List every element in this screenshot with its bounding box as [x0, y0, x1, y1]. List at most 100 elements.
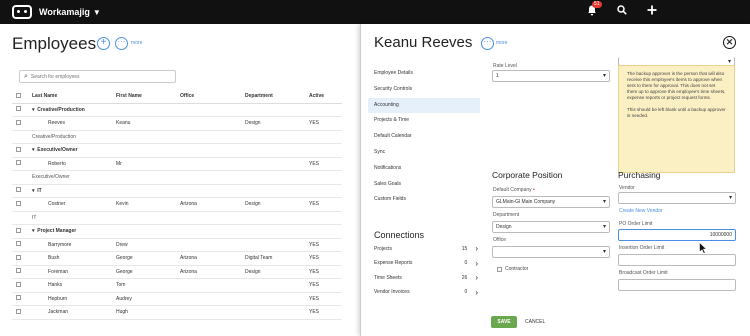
add-employee-button[interactable]: +	[97, 37, 110, 50]
group-footer-row[interactable]: Executive/Owner	[12, 170, 342, 185]
nav-item-security-controls[interactable]: Security Controls	[368, 82, 480, 98]
col-office[interactable]: Office	[180, 90, 245, 104]
cell-first-name: Drew	[116, 238, 180, 252]
connection-vendor-invoices[interactable]: Vendor Invoices 0 ›	[374, 288, 478, 297]
department-select[interactable]: Design ▾	[492, 221, 610, 233]
search-box[interactable]: ⌕	[19, 70, 176, 83]
cell-department	[245, 305, 309, 320]
group-header-row[interactable]: ▾ Executive/Owner	[12, 143, 342, 158]
create-vendor-link[interactable]: Create New Vendor	[619, 208, 663, 214]
chevron-down-icon[interactable]: ▾	[32, 228, 35, 234]
nav-item-accounting[interactable]: Accounting	[368, 97, 480, 114]
group-footer-row[interactable]: IT	[12, 211, 342, 225]
cell-first-name: Kevin	[116, 197, 180, 212]
chevron-down-icon[interactable]: ▼	[93, 8, 101, 17]
group-header-row[interactable]: ▾ Creative/Production	[12, 103, 342, 117]
table-row[interactable]: Hepburn Audrey YES	[12, 292, 342, 306]
rate-level-select[interactable]: 1 ▾	[492, 70, 610, 82]
table-row[interactable]: Costner Kevin Arizona Design YES	[12, 197, 342, 212]
row-checkbox[interactable]	[16, 268, 21, 274]
connection-count: 15	[461, 245, 468, 252]
nav-item-notifications[interactable]: Notifications	[368, 161, 480, 177]
nav-item-sync[interactable]: Sync	[368, 145, 480, 161]
app-name[interactable]: Workamajig	[39, 7, 90, 17]
office-select[interactable]: ▾	[492, 246, 610, 258]
more-link[interactable]: more	[496, 40, 507, 46]
table-row[interactable]: Barrymore Drew YES	[12, 238, 342, 252]
row-checkbox[interactable]	[16, 295, 21, 301]
cell-department	[245, 278, 309, 293]
add-icon[interactable]	[646, 5, 658, 17]
chevron-down-icon[interactable]: ▾	[32, 188, 35, 194]
insertion-limit-input[interactable]	[618, 254, 736, 266]
col-department[interactable]: Department	[245, 90, 309, 104]
row-checkbox[interactable]	[16, 200, 21, 206]
row-checkbox[interactable]	[16, 106, 21, 112]
cell-office	[180, 292, 245, 306]
nav-item-default-calendar[interactable]: Default Calendar	[368, 129, 480, 145]
group-header-row[interactable]: ▾ Project Manager	[12, 224, 342, 239]
row-checkbox[interactable]	[16, 187, 21, 193]
cell-active: YES	[309, 251, 342, 266]
chevron-down-icon[interactable]: ▾	[32, 107, 35, 113]
chevron-right-icon[interactable]: ›	[475, 244, 478, 253]
cancel-button[interactable]: CANCEL	[525, 316, 545, 328]
default-company-select[interactable]: GLMain-Gl Main Company ▾	[492, 196, 610, 208]
nav-item-projects-time[interactable]: Projects & Time	[368, 113, 480, 129]
table-row[interactable]: Roberto Mr YES	[12, 157, 342, 171]
row-checkbox[interactable]	[16, 146, 21, 152]
row-checkbox[interactable]	[16, 308, 21, 314]
chevron-down-icon[interactable]: ▾	[32, 147, 35, 153]
chevron-right-icon[interactable]: ›	[475, 288, 478, 297]
more-options-icon[interactable]: ···	[481, 37, 494, 50]
col-last-name[interactable]: Last Name	[32, 90, 116, 104]
chevron-down-icon: ▾	[602, 249, 606, 255]
group-footer-row[interactable]: Creative/Production	[12, 130, 342, 144]
connection-count: 0	[464, 289, 468, 295]
table-row[interactable]: Jackman Hugh YES	[12, 305, 342, 320]
group-footer-label: Executive/Owner	[12, 170, 342, 185]
cell-last-name: Barrymore	[32, 238, 116, 252]
chevron-right-icon[interactable]: ›	[475, 273, 478, 282]
more-options-icon[interactable]: ···	[115, 37, 128, 50]
save-button[interactable]: SAVE	[491, 316, 517, 328]
contractor-checkbox[interactable]	[497, 266, 502, 272]
table-row[interactable]: Foreman George Arizona Design YES	[12, 265, 342, 279]
select-all-checkbox[interactable]	[16, 92, 21, 98]
broadcast-limit-input[interactable]	[618, 279, 736, 291]
chevron-down-icon: ▾	[602, 199, 606, 205]
department-value: Design	[496, 224, 512, 230]
col-first-name[interactable]: First Name	[116, 90, 180, 104]
contractor-checkbox-row[interactable]: Contractor	[497, 266, 528, 272]
row-checkbox[interactable]	[16, 281, 21, 287]
connection-projects[interactable]: Projects 15 ›	[374, 244, 478, 253]
connection-expense-reports[interactable]: Expense Reports 0 ›	[374, 259, 478, 268]
row-checkbox[interactable]	[16, 254, 21, 260]
nav-item-sales-goals[interactable]: Sales Goals	[368, 177, 480, 193]
vendor-select[interactable]: ▾	[618, 192, 736, 204]
nav-item-employee-details[interactable]: Employee Details	[368, 66, 480, 82]
employee-detail-panel: Keanu Reeves ··· more ✕ Employee Details…	[360, 24, 750, 336]
connection-time-sheets[interactable]: Time Sheets 26 ›	[374, 273, 478, 282]
bell-icon[interactable]: 51	[586, 1, 602, 17]
more-link[interactable]: more	[131, 40, 142, 46]
nav-item-custom-fields[interactable]: Custom Fields	[368, 192, 480, 208]
table-row[interactable]: Bush George Arizona Digital Team YES	[12, 251, 342, 266]
search-icon[interactable]	[616, 5, 628, 17]
app-logo-icon[interactable]	[12, 5, 32, 19]
search-input[interactable]	[30, 73, 161, 80]
connection-label: Expense Reports	[374, 260, 413, 266]
row-checkbox[interactable]	[16, 227, 21, 233]
row-checkbox[interactable]	[16, 160, 21, 166]
table-row[interactable]: Hanks Tom YES	[12, 278, 342, 293]
po-limit-input[interactable]: 10000000	[618, 229, 736, 241]
col-active[interactable]: Active	[309, 90, 342, 104]
group-header-row[interactable]: ▾ IT	[12, 184, 342, 198]
chevron-right-icon[interactable]: ›	[475, 259, 478, 268]
employees-list-panel: Employees + ··· more ⌕ Last Name First N…	[0, 24, 360, 336]
close-button[interactable]: ✕	[723, 36, 736, 49]
row-checkbox[interactable]	[16, 241, 21, 247]
row-checkbox[interactable]	[16, 119, 21, 125]
default-company-label: Default Company •	[493, 187, 535, 193]
table-row[interactable]: Reeves Keanu Design YES	[12, 116, 342, 131]
